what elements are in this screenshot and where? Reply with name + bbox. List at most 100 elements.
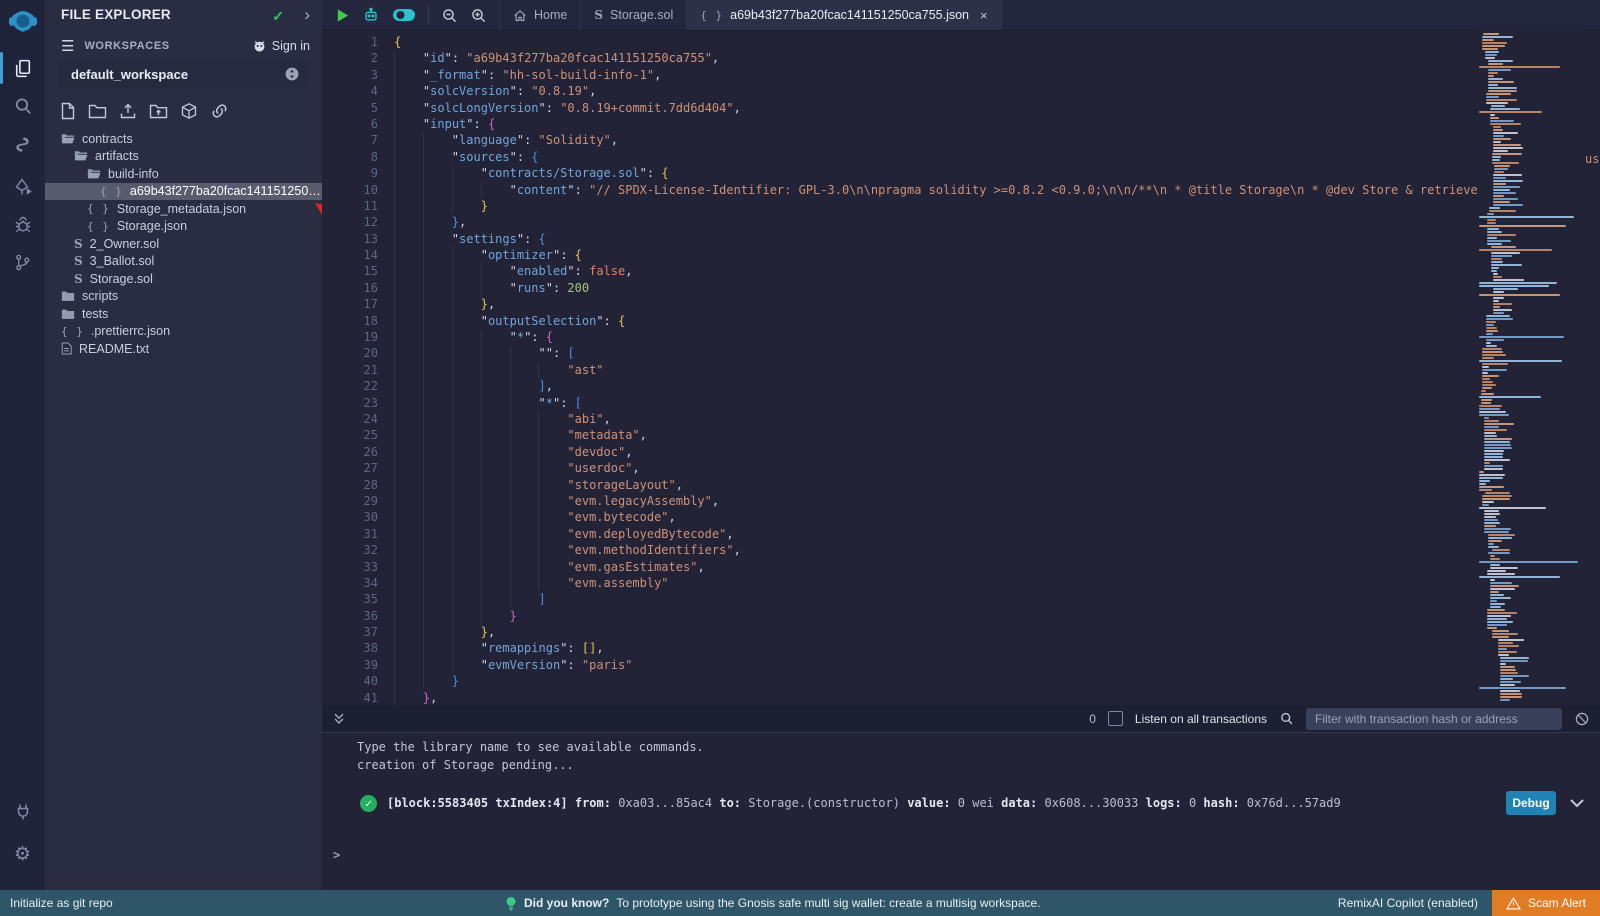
tree-item-storage-metadata-json[interactable]: { }Storage_metadata.json	[45, 200, 322, 218]
solidity-icon: S	[594, 8, 603, 22]
tree-item-label: Storage.sol	[90, 272, 153, 286]
close-icon[interactable]: ×	[980, 8, 988, 23]
json-icon: { }	[700, 9, 723, 22]
tx-field-label: logs:	[1138, 796, 1189, 810]
tree-item-prettierrc-json[interactable]: { }.prettierrc.json	[45, 323, 322, 341]
upload-folder-icon[interactable]	[149, 102, 168, 120]
debugger-bug-icon[interactable]	[0, 207, 45, 243]
line-number: 5	[322, 100, 378, 116]
transaction-log-row[interactable]: ✓ [block:5583405 txIndex:4] from: 0xa03.…	[360, 788, 1592, 818]
line-number: 35	[322, 591, 378, 607]
terminal-header: 0 Listen on all transactions	[322, 705, 1600, 733]
clear-console-ban-icon[interactable]	[1574, 711, 1590, 727]
tab-storage-sol[interactable]: SStorage.sol	[581, 0, 687, 30]
line-number: 2	[322, 50, 378, 66]
tree-item-storage-json[interactable]: { }Storage.json	[45, 218, 322, 236]
git-branch-icon[interactable]	[0, 244, 45, 280]
code-line-19: 19 "*": {	[322, 329, 1600, 345]
tx-field-value: Storage.(constructor)	[748, 796, 900, 810]
line-number: 34	[322, 575, 378, 591]
code-line-31: 31 "evm.deployedBytecode",	[322, 526, 1600, 542]
deploy-run-icon[interactable]	[0, 169, 45, 205]
code-line-9: 9 "contracts/Storage.sol": {	[322, 165, 1600, 181]
check-icon[interactable]: ✓	[272, 8, 284, 25]
plugin-manager-icon[interactable]	[0, 794, 45, 830]
code-line-20: 20 "": [	[322, 345, 1600, 361]
new-folder-icon[interactable]	[88, 102, 107, 120]
line-number: 9	[322, 165, 378, 181]
listen-all-checkbox[interactable]	[1108, 711, 1123, 726]
copilot-status[interactable]: RemixAI Copilot (enabled)	[1338, 896, 1492, 910]
double-chevron-down-icon[interactable]	[332, 712, 346, 726]
line-number: 16	[322, 280, 378, 296]
tab-home[interactable]: Home	[499, 0, 581, 30]
file-explorer-icon[interactable]	[0, 50, 45, 86]
solidity-compiler-icon[interactable]	[0, 126, 45, 162]
settings-gear-icon[interactable]: ⚙	[0, 836, 45, 872]
tree-item-3-ballot-sol[interactable]: S3_Ballot.sol	[45, 253, 322, 271]
home-icon	[513, 9, 527, 22]
line-number: 26	[322, 444, 378, 460]
tree-item-label: contracts	[82, 132, 133, 146]
tree-item-tests[interactable]: tests	[45, 305, 322, 323]
line-number: 29	[322, 493, 378, 509]
search-icon[interactable]	[0, 88, 45, 124]
chevron-down-icon[interactable]	[1570, 799, 1584, 808]
line-number: 25	[322, 427, 378, 443]
line-number: 32	[322, 542, 378, 558]
line-number: 40	[322, 673, 378, 689]
code-line-36: 36 }	[322, 608, 1600, 624]
transaction-filter-input[interactable]	[1306, 708, 1562, 730]
zoom-out-icon[interactable]	[441, 7, 458, 24]
tree-item-a69b43f277ba20fcac141151250ca7[interactable]: { }a69b43f277ba20fcac141151250ca7...	[45, 183, 322, 201]
line-number: 41	[322, 690, 378, 705]
solidity-icon: S	[74, 237, 83, 251]
json-icon: { }	[87, 202, 110, 215]
remixai-robot-icon[interactable]	[362, 6, 380, 24]
workspace-cube-icon[interactable]	[180, 102, 198, 120]
code-line-33: 33 "evm.gasEstimates",	[322, 559, 1600, 575]
tree-item-scripts[interactable]: scripts	[45, 288, 322, 306]
tab-a69b43f277ba20fcac141151250ca755-json[interactable]: { }a69b43f277ba20fcac141151250ca755.json…	[687, 0, 1001, 30]
minimap[interactable]	[1477, 30, 1584, 705]
terminal-search-icon[interactable]	[1279, 711, 1294, 726]
workspace-select[interactable]: default_workspace	[59, 60, 308, 88]
code-line-16: 16 "runs": 200	[322, 280, 1600, 296]
tree-item-2-owner-sol[interactable]: S2_Owner.sol	[45, 235, 322, 253]
link-icon[interactable]	[210, 102, 229, 120]
line-number: 8	[322, 149, 378, 165]
tree-item-storage-sol[interactable]: S Storage.sol	[45, 270, 322, 288]
tree-item-contracts[interactable]: contracts	[45, 130, 322, 148]
code-area[interactable]: 1{2 "id": "a69b43f277ba20fcac141151250ca…	[322, 30, 1600, 705]
zoom-in-icon[interactable]	[470, 7, 487, 24]
scam-alert-badge[interactable]: Scam Alert	[1492, 890, 1600, 916]
git-init-status[interactable]: Initialize as git repo	[0, 896, 113, 910]
tree-item-artifacts[interactable]: artifacts	[45, 148, 322, 166]
chevron-right-icon[interactable]: ›	[304, 5, 310, 25]
solidity-icon: S	[74, 272, 83, 286]
terminal-body[interactable]: Type the library name to see available c…	[322, 732, 1600, 890]
terminal-prompt[interactable]: >	[333, 848, 340, 862]
hamburger-menu-icon[interactable]: ☰	[61, 39, 74, 54]
scam-alert-label: Scam Alert	[1528, 896, 1586, 910]
line-number: 10	[322, 182, 378, 198]
tree-item-build-info[interactable]: build-info	[45, 165, 322, 183]
upload-file-icon[interactable]	[119, 102, 137, 120]
code-line-5: 5 "solcLongVersion": "0.8.19+commit.7dd6…	[322, 100, 1600, 116]
tree-item-readme-txt[interactable]: README.txt	[45, 340, 322, 358]
code-line-28: 28 "storageLayout",	[322, 477, 1600, 493]
code-line-30: 30 "evm.bytecode",	[322, 509, 1600, 525]
tree-item-label: .prettierrc.json	[91, 324, 170, 338]
github-sign-in[interactable]: Sign in	[252, 39, 310, 53]
new-file-icon[interactable]	[60, 102, 76, 120]
code-line-22: 22 ],	[322, 378, 1600, 394]
copilot-toggle-icon[interactable]	[392, 7, 416, 23]
line-number: 23	[322, 395, 378, 411]
tip-text: To prototype using the Gnosis safe multi…	[616, 896, 1040, 910]
remix-logo-icon[interactable]	[0, 6, 45, 42]
workspace-name: default_workspace	[71, 67, 188, 82]
code-line-18: 18 "outputSelection": {	[322, 313, 1600, 329]
debug-button[interactable]: Debug	[1506, 791, 1556, 815]
tx-field-value: 0 wei	[958, 796, 994, 810]
run-script-play-icon[interactable]	[335, 8, 350, 23]
